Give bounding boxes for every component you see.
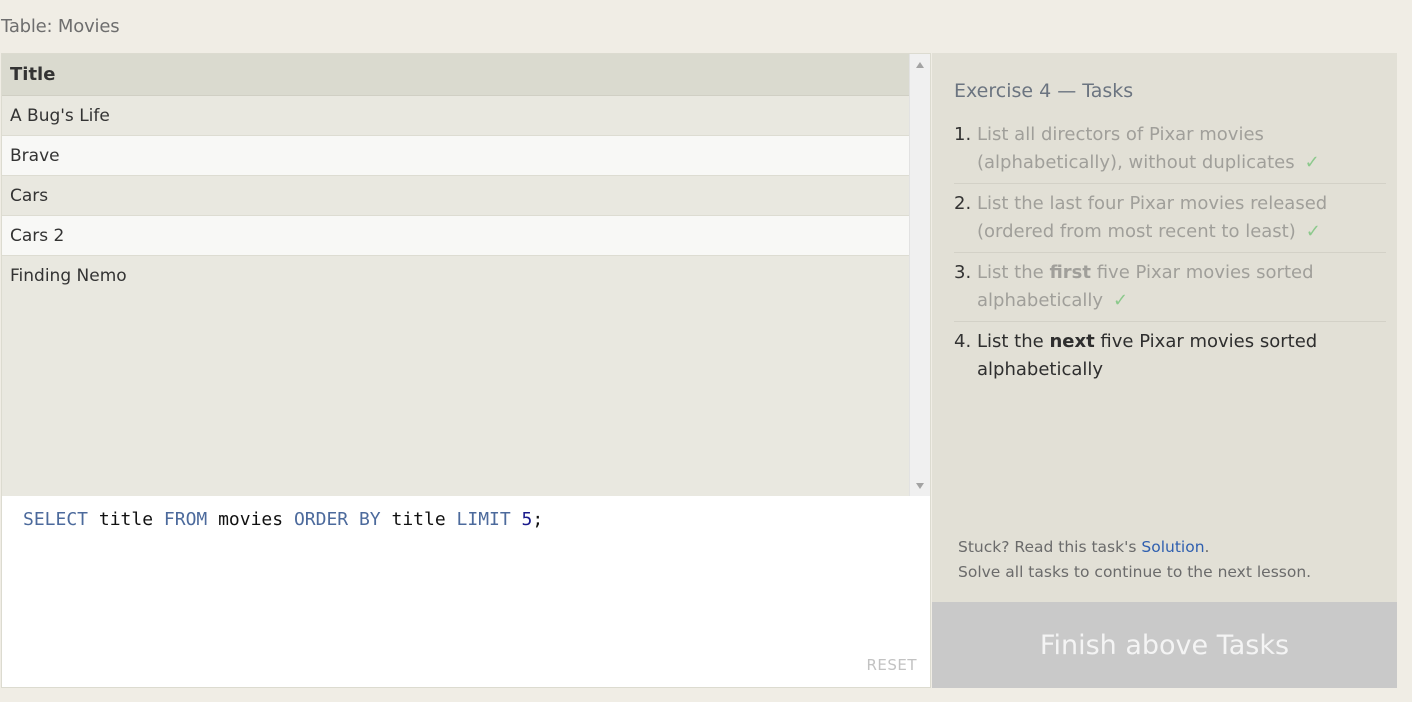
checkmark-icon: ✓ xyxy=(1305,221,1321,242)
task-item: 2. List the last four Pixar movies releas… xyxy=(954,190,1386,253)
task-text-part: List the xyxy=(977,331,1050,352)
sql-query-text[interactable]: SELECT title FROM movies ORDER BY title … xyxy=(23,509,543,530)
results-table: Title A Bug's Life Brave Cars Cars 2 Finding… xyxy=(1,53,931,497)
checkmark-icon: ✓ xyxy=(1113,290,1129,311)
sql-token: ORDER BY xyxy=(293,509,381,530)
sql-token: movies xyxy=(207,509,294,530)
task-text-part: List the last four Pixar movies released… xyxy=(977,193,1328,242)
table-row: Cars 2 xyxy=(2,216,911,256)
task-item: 1. List all directors of Pixar movies (al… xyxy=(954,121,1386,184)
task-text: List the last four Pixar movies released… xyxy=(977,190,1386,246)
results-scrollbar[interactable] xyxy=(909,54,930,497)
checkmark-icon: ✓ xyxy=(1304,152,1320,173)
task-number: 4. xyxy=(954,331,972,352)
continue-text: Solve all tasks to continue to the next … xyxy=(958,563,1312,581)
table-row: A Bug's Life xyxy=(2,96,911,136)
sql-token: title xyxy=(380,509,457,530)
task-emphasis: next xyxy=(1049,331,1095,352)
sql-editor[interactable]: SELECT title FROM movies ORDER BY title … xyxy=(1,496,931,688)
table-caption: Table: Movies xyxy=(1,16,120,37)
sql-token: LIMIT xyxy=(456,509,511,530)
stuck-prefix: Stuck? Read this task's xyxy=(958,538,1142,556)
sql-token: FROM xyxy=(163,509,208,530)
task-number: 2. xyxy=(954,193,972,214)
scroll-up-arrow-icon[interactable] xyxy=(916,62,924,68)
finish-tasks-button[interactable]: Finish above Tasks xyxy=(932,602,1397,688)
scroll-down-arrow-icon[interactable] xyxy=(916,483,924,489)
table-row: Cars xyxy=(2,176,911,216)
stuck-suffix: . xyxy=(1204,538,1210,556)
table-row: Brave xyxy=(2,136,911,176)
task-number: 3. xyxy=(954,262,972,283)
tasks-panel: Exercise 4 — Tasks 1. List all directors … xyxy=(932,53,1397,602)
solution-link[interactable]: Solution xyxy=(1141,538,1204,556)
task-item: 4. List the next five Pixar movies sorted… xyxy=(954,328,1386,390)
task-text: List all directors of Pixar movies (alph… xyxy=(977,121,1386,177)
help-text: Stuck? Read this task's Solution. Solve … xyxy=(958,535,1311,585)
table-row: Finding Nemo xyxy=(2,256,911,296)
task-list: 1. List all directors of Pixar movies (al… xyxy=(954,121,1386,396)
task-text-part: List all directors of Pixar movies (alph… xyxy=(977,124,1295,173)
column-header-title: Title xyxy=(2,54,911,96)
sql-token: SELECT xyxy=(23,509,89,530)
tasks-title: Exercise 4 — Tasks xyxy=(954,80,1134,102)
sql-token: title xyxy=(88,509,164,530)
task-text-part: List the xyxy=(977,262,1050,283)
task-text: List the next five Pixar movies sorted a… xyxy=(977,328,1386,384)
reset-button[interactable]: RESET xyxy=(866,656,917,674)
task-number: 1. xyxy=(954,124,972,145)
sql-token: 5 xyxy=(521,509,533,530)
task-item: 3. List the first five Pixar movies sorte… xyxy=(954,259,1386,322)
task-text: List the first five Pixar movies sorted … xyxy=(977,259,1386,315)
task-emphasis: first xyxy=(1049,262,1091,283)
sql-token: ; xyxy=(532,509,544,530)
